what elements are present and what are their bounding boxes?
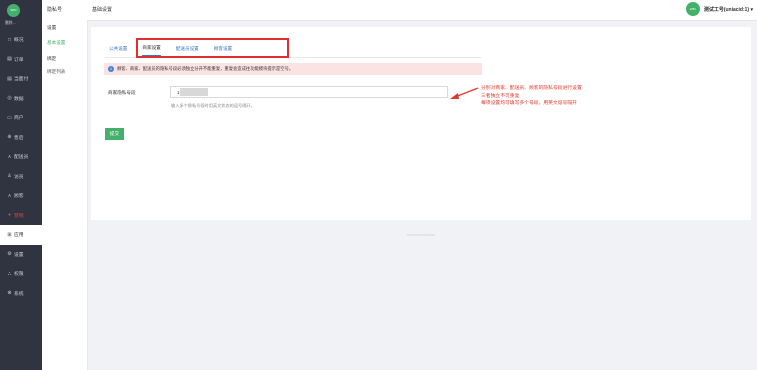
- goods-icon: ⊕: [7, 134, 12, 141]
- sidebar-item-user[interactable]: ♙ 访员: [0, 167, 42, 187]
- user-icon: ♙: [7, 173, 12, 180]
- sidebar-item-label: 设置: [14, 252, 24, 258]
- sidebar-item-system[interactable]: ⊗ 系统: [0, 284, 42, 304]
- merchant-icon: ▭: [7, 114, 12, 121]
- subnav-section-binding: 绑定: [47, 56, 57, 61]
- sidebar-item-marketing[interactable]: ♦ 营销: [0, 206, 42, 226]
- merchant-privacy-input[interactable]: [170, 86, 448, 98]
- sidebar-item-label: 售后: [14, 135, 24, 141]
- sidebar-item-rider[interactable]: ᴀ 配送员: [0, 147, 42, 167]
- sidebar-item-label: 权限: [14, 272, 24, 278]
- sidebar-item-apps[interactable]: ⊞ 应用: [0, 225, 42, 245]
- notice-text: 顾客、商家、配送员的隐私号段必须独立分开不能重复，重复会造成往功能模块提示是空号…: [117, 66, 294, 71]
- marketing-icon: ♦: [8, 212, 11, 219]
- sidebar-item-customer[interactable]: ᴀ 顾客: [0, 186, 42, 206]
- redaction-mask: [180, 88, 208, 96]
- tab-2[interactable]: 配送员设置: [176, 46, 199, 56]
- sidebar-item-goods[interactable]: ⊕ 售后: [0, 128, 42, 148]
- tab-3[interactable]: 顾客设置: [214, 46, 232, 56]
- merchant-privacy-label: 商家隐私号段: [108, 90, 136, 95]
- settings-icon: ⚙: [7, 251, 12, 258]
- page-footer: <<<<<<<<<<<<>>: [406, 233, 436, 237]
- system-icon: ⊗: [7, 290, 12, 297]
- sidebar-item-label: 数据: [14, 96, 24, 102]
- sidebar-item-data[interactable]: ◎ 数据: [0, 89, 42, 109]
- sidebar-item-label: 商户: [14, 116, 24, 122]
- annotation-line-3: 每项设置均可填写多个号段，用英文逗号隔开: [481, 101, 577, 106]
- data-icon: ◎: [7, 95, 12, 102]
- sidebar-item-label: 营销: [14, 213, 24, 219]
- sidebar-item-label: 顾客: [14, 194, 24, 200]
- info-icon: i: [108, 66, 114, 72]
- sidebar-item-settings[interactable]: ⚙ 设置: [0, 245, 42, 265]
- sidebar-subtitle: 删除...: [5, 21, 16, 25]
- subnav-section-settings: 设置: [47, 25, 57, 30]
- settings-card: 公共设置 商家设置 配送员设置 顾客设置: [91, 27, 751, 220]
- top-bar: 基础设置 WIN 测试工号(uniacid:1) ▾: [87, 0, 757, 21]
- input-hint: 输入多个隐私号段时用英文状态的逗号隔开。: [171, 103, 255, 108]
- tab-1[interactable]: 商家设置: [142, 45, 161, 56]
- main-sidebar: WIN 删除... □ 概况 ▤ 订单 ▤ 当面付 ◎ 数据 ▭ 商户 ⊕ 售后 ᴀ 配送员 ♙ 访员 ᴀ 顾客 ♦…: [0, 0, 42, 370]
- dashboard-icon: □: [7, 36, 12, 43]
- rider-icon: ᴀ: [8, 153, 11, 160]
- submit-button[interactable]: 提交: [105, 128, 124, 140]
- tab-0[interactable]: 公共设置: [109, 46, 127, 56]
- sidebar-item-permission[interactable]: ⛬ 权限: [0, 264, 42, 284]
- warning-notice: i 顾客、商家、配送员的隐私号段必须独立分开不能重复，重复会造成往功能模块提示是…: [104, 63, 482, 75]
- sidebar-item-label: 订单: [14, 57, 24, 63]
- user-name[interactable]: 测试工号(uniacid:1) ▾: [704, 6, 753, 13]
- breadcrumb: 基础设置: [92, 7, 113, 13]
- sidebar-item-label: 访员: [14, 174, 24, 180]
- subnav-title: 隐私号: [47, 7, 63, 13]
- subnav-item-basic-settings[interactable]: 基本设置: [47, 40, 65, 46]
- sidebar-item-order[interactable]: ▤ 订单: [0, 50, 42, 70]
- sidebar-item-label: 当面付: [14, 77, 29, 83]
- apps-icon: ⊞: [7, 231, 12, 238]
- sidebar-item-label: 应用: [14, 233, 24, 239]
- settings-tabs: 公共设置 商家设置 配送员设置 顾客设置: [109, 42, 247, 56]
- sidebar-item-dashboard[interactable]: □ 概况: [0, 30, 42, 50]
- tabs-divider: [105, 57, 481, 58]
- sidebar-nav: □ 概况 ▤ 订单 ▤ 当面付 ◎ 数据 ▭ 商户 ⊕ 售后 ᴀ 配送员 ♙ 访员 ᴀ 顾客 ♦ 营销 ⊞ 应用 ⚙ 设置 ⛬ 权…: [0, 30, 42, 303]
- permission-icon: ⛬: [7, 270, 12, 277]
- annotation-line-1: 分别对商家、配送员、顾客的隐私号段进行设置: [481, 86, 582, 91]
- subnav-item-binding-list[interactable]: 绑定列表: [47, 69, 65, 75]
- sidebar-item-label: 配送员: [14, 155, 29, 161]
- sidebar-item-label: 系统: [14, 291, 24, 297]
- sidebar-item-label: 概况: [14, 38, 24, 44]
- sidebar-item-merchant[interactable]: ▭ 商户: [0, 108, 42, 128]
- customer-icon: ᴀ: [8, 192, 11, 199]
- annotation-line-2: 三者独立不可重复: [481, 94, 520, 99]
- secondary-nav: 隐私号 设置 基本设置 绑定 绑定列表: [42, 0, 88, 370]
- delivery-icon: ▤: [7, 75, 12, 82]
- arrow-icon: [450, 87, 479, 99]
- sidebar-item-delivery[interactable]: ▤ 当面付: [0, 69, 42, 89]
- app-logo[interactable]: WIN: [7, 4, 20, 17]
- avatar[interactable]: WIN: [685, 2, 700, 16]
- user-menu[interactable]: WIN 测试工号(uniacid:1) ▾: [685, 2, 753, 16]
- order-icon: ▤: [7, 56, 12, 63]
